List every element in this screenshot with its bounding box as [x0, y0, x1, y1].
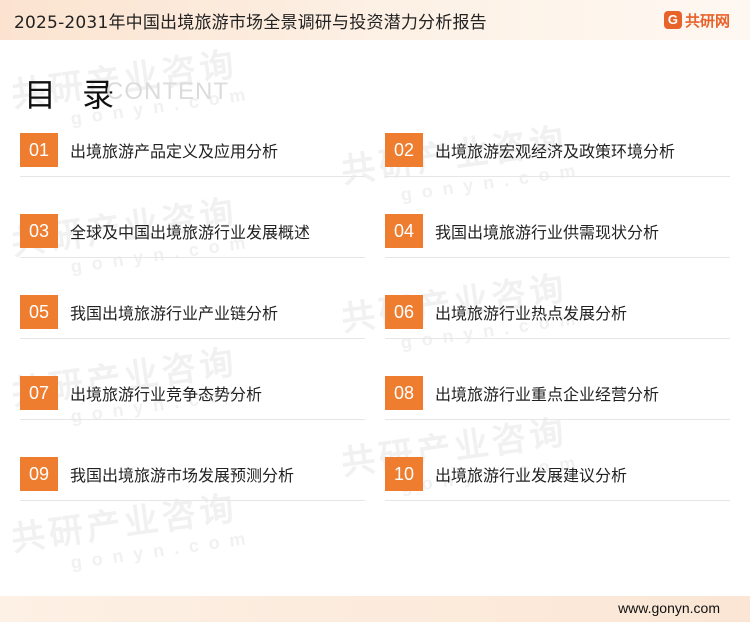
toc-item-label: 出境旅游行业热点发展分析	[435, 304, 628, 323]
watermark-url: gonyn.com	[69, 527, 257, 573]
toc-item-number: 06	[385, 295, 423, 329]
toc-item-number: 07	[20, 376, 58, 410]
divider	[20, 500, 365, 501]
footer-url[interactable]: www.gonyn.com	[618, 600, 720, 616]
footer-bar: www.gonyn.com	[0, 596, 750, 622]
logo-text: 共研网	[684, 11, 730, 30]
toc-item-09[interactable]: 09 我国出境旅游市场发展预测分析	[20, 457, 294, 491]
toc-item-08[interactable]: 08 出境旅游行业重点企业经营分析	[385, 376, 659, 410]
toc-item-04[interactable]: 04 我国出境旅游行业供需现状分析	[385, 214, 659, 248]
divider	[385, 257, 730, 258]
toc-item-number: 02	[385, 133, 423, 167]
toc-item-label: 出境旅游宏观经济及政策环境分析	[435, 142, 676, 161]
toc-item-label: 我国出境旅游市场发展预测分析	[70, 466, 295, 485]
divider	[20, 257, 365, 258]
toc-item-label: 出境旅游产品定义及应用分析	[70, 142, 279, 161]
toc-item-number: 03	[20, 214, 58, 248]
toc-item-number: 08	[385, 376, 423, 410]
toc-item-07[interactable]: 07 出境旅游行业竞争态势分析	[20, 376, 262, 410]
toc-heading-en: CONTENT	[106, 78, 229, 105]
divider	[20, 176, 365, 177]
toc-item-10[interactable]: 10 出境旅游行业发展建议分析	[385, 457, 627, 491]
divider	[385, 419, 730, 420]
report-title: 2025-2031年中国出境旅游市场全景调研与投资潜力分析报告	[14, 13, 487, 33]
toc-item-number: 09	[20, 457, 58, 491]
brand-logo: G 共研网	[663, 8, 730, 32]
toc-item-number: 04	[385, 214, 423, 248]
toc-item-number: 05	[20, 295, 58, 329]
toc-item-02[interactable]: 02 出境旅游宏观经济及政策环境分析	[385, 133, 675, 167]
toc-item-label: 出境旅游行业发展建议分析	[435, 466, 628, 485]
toc-item-label: 全球及中国出境旅游行业发展概述	[70, 223, 311, 242]
divider	[20, 419, 365, 420]
toc-item-03[interactable]: 03 全球及中国出境旅游行业发展概述	[20, 214, 310, 248]
logo-icon: G	[663, 11, 682, 29]
toc-item-number: 10	[385, 457, 423, 491]
divider	[20, 338, 365, 339]
toc-item-label: 出境旅游行业重点企业经营分析	[435, 385, 660, 404]
toc-item-label: 出境旅游行业竞争态势分析	[70, 385, 263, 404]
top-banner: 2025-2031年中国出境旅游市场全景调研与投资潜力分析报告 G 共研网	[0, 0, 750, 40]
toc-item-number: 01	[20, 133, 58, 167]
divider	[385, 500, 730, 501]
watermark-text: 共研产业咨询	[8, 488, 241, 560]
toc-item-01[interactable]: 01 出境旅游产品定义及应用分析	[20, 133, 278, 167]
divider	[385, 338, 730, 339]
toc-item-06[interactable]: 06 出境旅游行业热点发展分析	[385, 295, 627, 329]
toc-item-label: 我国出境旅游行业供需现状分析	[435, 223, 660, 242]
divider	[385, 176, 730, 177]
toc-item-label: 我国出境旅游行业产业链分析	[70, 304, 279, 323]
toc-item-05[interactable]: 05 我国出境旅游行业产业链分析	[20, 295, 278, 329]
